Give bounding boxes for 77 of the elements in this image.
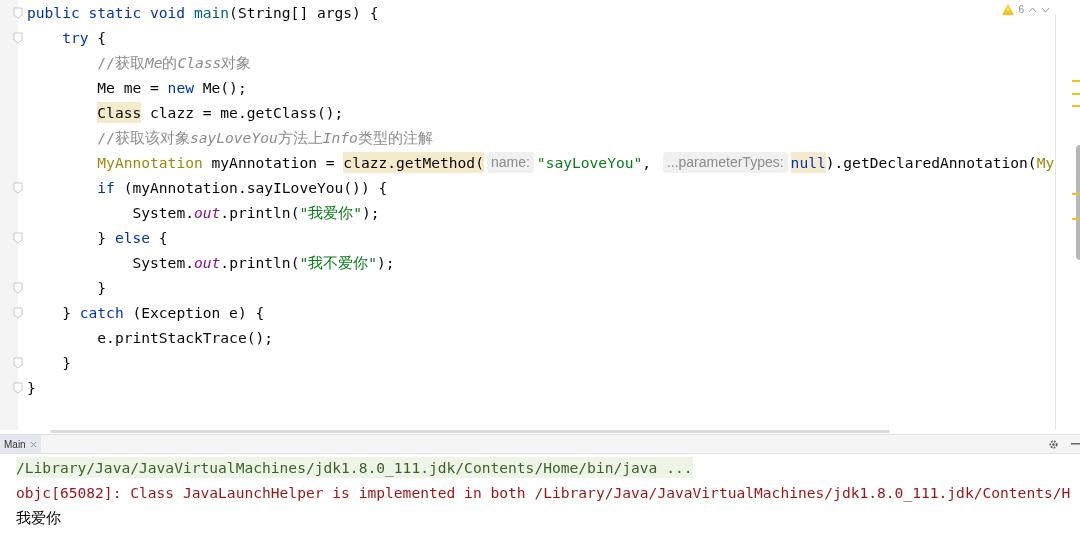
fold-marker-icon[interactable] [13,181,23,194]
warning-stripe-mark[interactable] [1072,218,1080,220]
highlighted-code-token: clazz.getMethod( [343,151,484,174]
code-token: .println( [220,252,300,273]
fold-marker-icon[interactable] [13,281,23,294]
run-tab[interactable]: Main [0,435,41,453]
code-token: MyAnnotation [97,152,203,173]
code-token: catch [79,302,124,323]
settings-icon[interactable] [1048,438,1059,450]
code-token: } [97,277,107,298]
code-token: 对象 [221,52,252,73]
highlighted-code-token: null [790,151,826,174]
code-token: Me(); [201,77,247,98]
code-token: 类型的注解 [357,127,433,148]
code-token: "我不爱你" [299,252,377,273]
code-token: (String[] args) { [229,2,379,23]
warning-stripe-mark[interactable] [1072,80,1080,82]
code-token: out [194,252,221,273]
code-token: if [97,177,115,198]
code-token: sayLoveYou [189,127,278,148]
fold-marker-icon[interactable] [13,6,23,19]
warning-count[interactable]: 6 [1018,2,1024,17]
code-token: "我爱你" [299,202,362,223]
highlighted-code-token: Class [97,101,142,124]
console-line: 我爱你 [16,507,61,528]
code-token: (myAnnotation.sayILoveYou()) { [122,177,388,198]
code-token: public static void [27,2,187,23]
warning-stripe-mark[interactable] [1072,93,1080,95]
minimize-icon[interactable] [1071,443,1080,445]
code-token: ); [377,252,395,273]
console-line: objc[65082]: Class JavaLaunchHelper is implemented in both /Library/Java/JavaVirtualMachines/jdk1.8.0_111.jdk/Contents/H [16,482,1071,504]
code-token: new [167,77,194,98]
fold-marker-icon[interactable] [13,31,23,44]
chevron-up-icon[interactable] [1028,6,1037,13]
warning-stripe-mark[interactable] [1072,105,1080,107]
code-token: clazz = me.getClass(); [149,102,344,123]
close-icon[interactable] [29,440,37,448]
code-token: try [62,27,89,48]
parameter-hint: name: [486,152,534,173]
code-token: } [27,377,36,398]
fold-marker-icon[interactable] [13,231,23,244]
code-token: else [114,227,151,248]
code-token: ).getDeclaredAnnotation( [825,152,1037,173]
fold-marker-icon[interactable] [13,356,23,369]
code-token: System. [132,252,194,273]
parameter-hint: ...parameterTypes: [662,152,788,173]
code-token: Me [144,52,163,73]
code-token: //获取该对象 [97,127,190,148]
code-token: ); [362,202,380,223]
code-token: } [97,227,108,248]
code-token: } [62,352,71,373]
code-token: { [96,27,107,48]
fold-marker-icon[interactable] [13,306,23,319]
code-token: myAnnotation = [210,152,336,173]
tab-label[interactable]: Main [4,436,26,452]
code-token: e.printStackTrace(); [97,327,274,348]
code-token: System. [132,202,194,223]
code-token: out [194,202,221,223]
code-token: My [1036,152,1055,173]
vertical-scrollbar-thumb[interactable] [1076,145,1080,260]
code-token: 的 [162,52,178,73]
code-token: Info [322,127,358,148]
code-token: 方法上 [277,127,323,148]
fold-marker-icon[interactable] [13,381,23,394]
code-token: Class [177,52,222,73]
code-token: "sayLoveYou" [536,152,643,173]
code-token: .println( [220,202,300,223]
code-token: } [62,302,72,323]
code-token: Me me = [97,77,160,98]
chevron-down-icon[interactable] [1041,6,1050,13]
code-token: (Exception e) { [131,302,265,323]
warning-icon[interactable] [1002,4,1015,15]
warning-stripe-mark[interactable] [1072,193,1080,195]
code-token: , [642,152,653,173]
code-token: //获取 [97,52,145,73]
code-token: main [193,2,230,23]
code-token: { [157,227,168,248]
